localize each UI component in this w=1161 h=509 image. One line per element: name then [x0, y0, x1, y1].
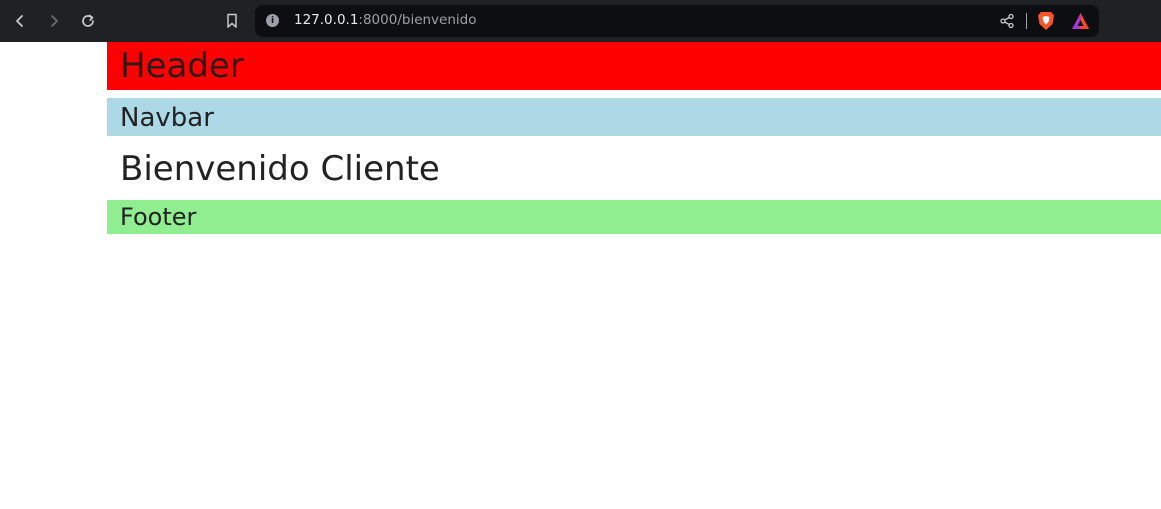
brave-shields-icon[interactable]: [1037, 11, 1055, 31]
brave-rewards-icon[interactable]: [1071, 12, 1090, 30]
forward-button[interactable]: [41, 8, 67, 34]
bookmark-icon: [227, 13, 237, 28]
page-header: Header: [107, 42, 1161, 90]
header-text: Header: [120, 46, 244, 86]
url-path: :8000/bienvenido: [358, 12, 477, 28]
chevron-left-icon: [16, 15, 23, 27]
page-content: Header Navbar Bienvenido Cliente Footer: [0, 42, 1161, 509]
welcome-title: Bienvenido Cliente: [120, 149, 440, 189]
footer-text: Footer: [120, 203, 197, 231]
site-info-icon[interactable]: i: [266, 14, 279, 27]
bookmark-button[interactable]: [222, 10, 242, 32]
browser-toolbar: i 127.0.0.1:8000/bienvenido: [0, 0, 1161, 42]
navbar-text: Navbar: [120, 103, 214, 133]
page-navbar: Navbar: [107, 98, 1161, 136]
url-divider: [1026, 13, 1027, 29]
reload-icon: [82, 14, 94, 27]
page-footer: Footer: [107, 200, 1161, 234]
reload-button[interactable]: [75, 8, 101, 34]
chevron-right-icon: [51, 15, 58, 27]
address-bar[interactable]: i 127.0.0.1:8000/bienvenido: [255, 5, 1099, 37]
back-button[interactable]: [7, 8, 33, 34]
url-host: 127.0.0.1: [294, 12, 359, 28]
share-icon[interactable]: [999, 13, 1015, 29]
welcome-section: Bienvenido Cliente: [107, 144, 1161, 194]
url-text[interactable]: 127.0.0.1:8000/bienvenido: [294, 12, 477, 28]
